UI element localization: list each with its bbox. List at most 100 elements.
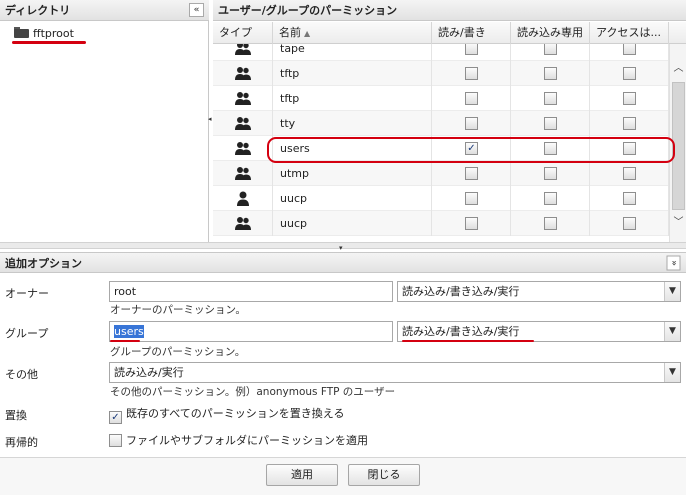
column-label: 名前 <box>279 26 301 39</box>
group-permission-select[interactable]: 読み込み/書き込み/実行 ▼ <box>397 321 681 342</box>
read-only-checkbox[interactable] <box>544 167 557 180</box>
replace-text: 既存のすべてのパーミッションを置き換える <box>126 407 345 420</box>
permissions-grid-body: tape tftp tftp tty users ✓ utmp uucp uucp <box>213 44 669 242</box>
owner-hint: オーナーのパーミッション。 <box>110 304 246 316</box>
column-header-access[interactable]: アクセスは... <box>590 22 669 44</box>
name-cell: uucp <box>273 211 432 236</box>
read-only-checkbox[interactable] <box>544 142 557 155</box>
column-header-read-only[interactable]: 読み込み専用 <box>511 22 590 44</box>
read-only-cell <box>511 211 590 236</box>
read-write-cell <box>432 111 511 136</box>
access-checkbox[interactable] <box>623 92 636 105</box>
access-checkbox[interactable] <box>623 44 636 55</box>
access-checkbox[interactable] <box>623 117 636 130</box>
read-write-checkbox[interactable] <box>465 167 478 180</box>
column-label: 読み/書き <box>438 26 486 39</box>
directory-panel-header: ディレクトリ « <box>0 0 209 21</box>
read-only-checkbox[interactable] <box>544 92 557 105</box>
group-input[interactable]: users <box>109 321 393 342</box>
column-header-type[interactable]: タイプ <box>213 22 273 44</box>
access-checkbox[interactable] <box>623 192 636 205</box>
read-write-checkbox[interactable] <box>465 44 478 55</box>
access-cell <box>590 44 669 61</box>
access-checkbox[interactable] <box>623 217 636 230</box>
name-cell: uucp <box>273 186 432 211</box>
group-icon <box>235 116 251 131</box>
scroll-up-icon[interactable]: ︿ <box>670 60 686 77</box>
read-only-checkbox[interactable] <box>544 67 557 80</box>
read-only-checkbox[interactable] <box>544 192 557 205</box>
column-label: アクセスは... <box>596 26 661 39</box>
read-write-checkbox[interactable] <box>465 117 478 130</box>
scrollbar-thumb[interactable] <box>672 82 685 210</box>
column-header-read-write[interactable]: 読み/書き <box>432 22 511 44</box>
owner-label: オーナー <box>5 287 49 300</box>
type-cell <box>213 211 273 236</box>
group-hint: グループのパーミッション。 <box>110 346 246 358</box>
read-write-checkbox[interactable]: ✓ <box>465 142 478 155</box>
recursive-checkbox[interactable]: ファイルやサブフォルダにパーミッションを適用 <box>109 433 368 449</box>
replace-checkbox[interactable]: ✓ 既存のすべてのパーミッションを置き換える <box>109 406 345 424</box>
checkbox[interactable] <box>109 434 122 447</box>
apply-button[interactable]: 適用 <box>266 464 338 486</box>
access-cell <box>590 61 669 86</box>
read-only-checkbox[interactable] <box>544 117 557 130</box>
scroll-down-icon[interactable]: ﹀ <box>670 214 686 231</box>
column-header-name[interactable]: 名前 ▲ <box>273 22 432 44</box>
read-write-checkbox[interactable] <box>465 92 478 105</box>
name-cell: utmp <box>273 161 432 186</box>
table-row[interactable]: utmp <box>213 161 669 186</box>
splitter-grip-icon: ▾ <box>339 244 343 252</box>
type-cell <box>213 161 273 186</box>
other-label: その他 <box>5 368 38 381</box>
table-row[interactable]: tape <box>213 44 669 61</box>
read-only-checkbox[interactable] <box>544 44 557 55</box>
owner-input[interactable]: root <box>109 281 393 302</box>
read-only-cell <box>511 161 590 186</box>
table-row[interactable]: tftp <box>213 86 669 111</box>
sort-ascending-icon: ▲ <box>304 29 311 38</box>
panel-resize-grip-icon[interactable]: ◂ <box>208 115 212 123</box>
group-label: グループ <box>5 327 49 340</box>
close-button[interactable]: 閉じる <box>348 464 420 486</box>
access-checkbox[interactable] <box>623 67 636 80</box>
select-value: 読み込み/書き込み/実行 <box>402 325 520 338</box>
table-row[interactable]: tty <box>213 111 669 136</box>
checkbox[interactable]: ✓ <box>109 411 122 424</box>
user-icon <box>235 191 251 206</box>
panel-splitter[interactable]: ▾ <box>0 242 686 252</box>
table-row[interactable]: uucp <box>213 186 669 211</box>
expand-panel-icon[interactable]: » <box>666 255 681 271</box>
read-only-cell <box>511 111 590 136</box>
annotation-underline <box>110 340 140 342</box>
group-icon <box>235 44 251 56</box>
group-icon <box>235 91 251 106</box>
tree-item-fftproot[interactable]: fftproot <box>14 25 74 42</box>
access-checkbox[interactable] <box>623 142 636 155</box>
read-write-checkbox[interactable] <box>465 192 478 205</box>
owner-permission-select[interactable]: 読み込み/書き込み/実行 ▼ <box>397 281 681 302</box>
access-cell <box>590 86 669 111</box>
table-row[interactable]: tftp <box>213 61 669 86</box>
grid-scrollbar[interactable]: ︿ ﹀ <box>669 44 686 242</box>
read-write-cell: ✓ <box>432 136 511 161</box>
read-write-cell <box>432 86 511 111</box>
other-permission-select[interactable]: 読み込み/実行 ▼ <box>109 362 681 383</box>
name-cell: tftp <box>273 61 432 86</box>
read-write-checkbox[interactable] <box>465 67 478 80</box>
access-cell <box>590 111 669 136</box>
collapse-panel-icon[interactable]: « <box>189 3 204 17</box>
chevron-down-icon: ▼ <box>664 282 680 301</box>
access-cell <box>590 211 669 236</box>
access-checkbox[interactable] <box>623 167 636 180</box>
read-write-checkbox[interactable] <box>465 217 478 230</box>
read-only-cell <box>511 44 590 61</box>
read-write-cell <box>432 44 511 61</box>
name-cell: users <box>273 136 432 161</box>
read-only-cell <box>511 186 590 211</box>
table-row[interactable]: users ✓ <box>213 136 669 161</box>
read-only-checkbox[interactable] <box>544 217 557 230</box>
group-icon <box>235 216 251 231</box>
type-cell <box>213 86 273 111</box>
table-row[interactable]: uucp <box>213 211 669 236</box>
